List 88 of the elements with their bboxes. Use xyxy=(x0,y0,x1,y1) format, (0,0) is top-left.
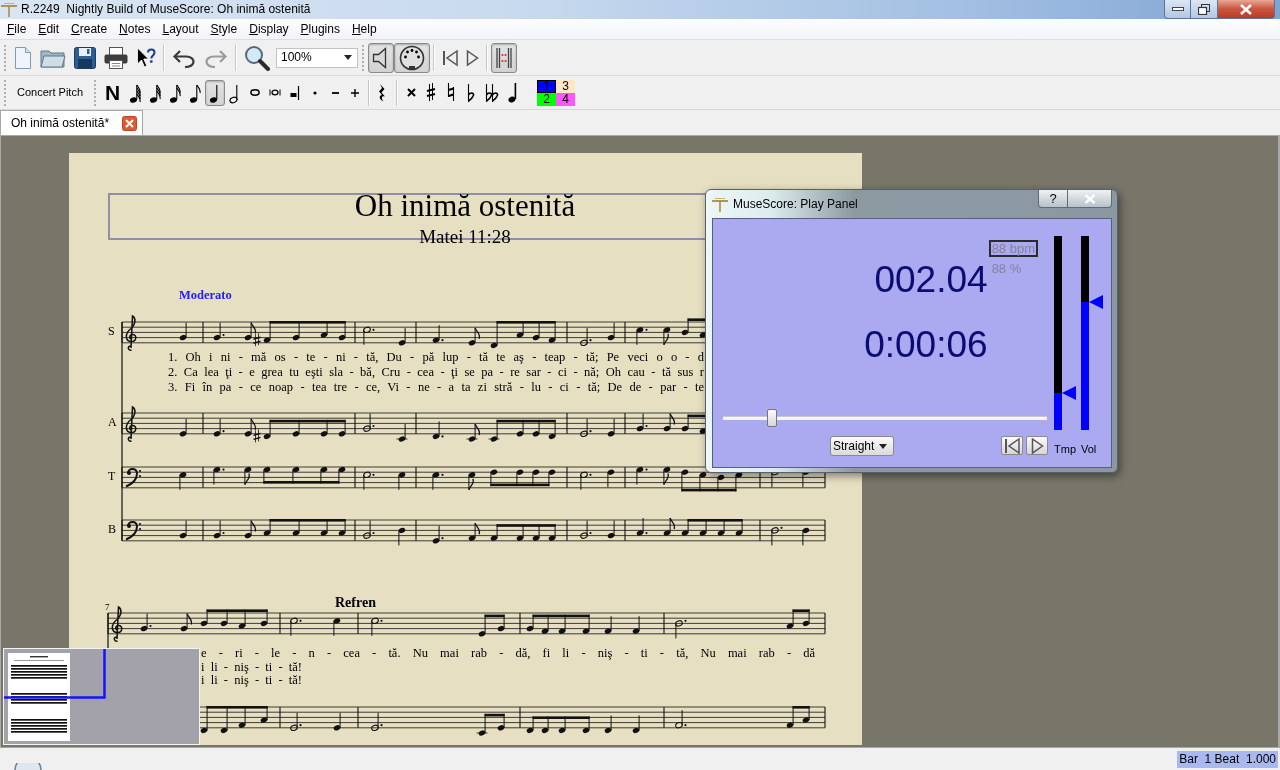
menu-item[interactable]: Layout xyxy=(156,19,205,39)
undo-icon xyxy=(172,47,196,68)
menu-item[interactable]: Plugins xyxy=(294,19,346,39)
panel-title: MuseScore: Play Panel xyxy=(733,196,858,212)
voice-button[interactable]: 3 xyxy=(556,79,576,93)
menu-item[interactable]: Create xyxy=(65,19,114,39)
note-input-button[interactable]: N xyxy=(100,79,126,106)
restore-icon xyxy=(1198,3,1210,15)
double-whole-note-icon xyxy=(269,89,282,96)
quarter-note-button[interactable] xyxy=(205,79,226,106)
minimize-icon xyxy=(1171,7,1184,11)
redo-icon xyxy=(204,47,228,68)
lyrics-line: i li - niş - ti - tă! xyxy=(201,673,302,687)
time-readout: 0:00:06 xyxy=(864,325,988,365)
minimize-button[interactable] xyxy=(1164,0,1191,19)
slider-handle[interactable] xyxy=(1089,294,1103,309)
natural-icon xyxy=(447,83,456,102)
measure-number: 7 xyxy=(105,602,110,612)
score-subtitle: Matei 11:28 xyxy=(419,227,511,247)
play-icon xyxy=(466,48,479,67)
close-icon xyxy=(1083,193,1096,204)
tempo-marking: Moderato xyxy=(179,288,232,302)
stand-icon xyxy=(712,196,728,212)
zoom-combo[interactable]: 100% xyxy=(276,47,358,68)
document-icon xyxy=(14,46,32,69)
whole-note-icon xyxy=(250,89,261,96)
staff-label: B xyxy=(108,522,116,536)
skip-back-icon xyxy=(442,48,458,67)
help-button[interactable]: ? xyxy=(1038,190,1068,208)
staff-label: A xyxy=(108,415,117,429)
connector-icon xyxy=(398,44,426,71)
note-icon xyxy=(508,82,519,103)
staff-label: S xyxy=(108,324,115,338)
menu-item[interactable]: Notes xyxy=(113,19,157,39)
plus-icon xyxy=(351,88,360,97)
caret-icon xyxy=(879,443,887,449)
lyrics-line: 2. Ca lea ţi - e grea tu eşti sla - bă, Cru - cea - ţi se pa - re sar - ci - nă; Oh cau - tă sus r xyxy=(168,365,704,379)
menu-item[interactable]: File xyxy=(1,19,33,39)
repeat-bars-icon xyxy=(495,46,513,69)
close-icon xyxy=(1239,3,1253,15)
help-cursor-icon xyxy=(136,46,156,69)
lyrics-line: e - ri - le - n - cea - tă. Nu mai rab - dă, fi li - niş - ti - tă, Nu mai rab - dă xyxy=(201,646,815,660)
close-button[interactable] xyxy=(1068,190,1112,208)
caret-icon xyxy=(344,55,352,60)
position-slider[interactable] xyxy=(723,409,1047,427)
close-icon[interactable] xyxy=(122,115,138,131)
menu-item[interactable]: Style xyxy=(204,19,244,39)
longa-note-icon xyxy=(290,85,301,100)
lyrics-line: 1. Oh i ni - mă os - te - ni - tă, Du - pă lup - tă te aş - teap - tă; Pe veci o o - d xyxy=(168,350,704,364)
midi-input-button[interactable] xyxy=(394,42,430,73)
restore-button[interactable] xyxy=(1191,0,1218,19)
magnifier-icon xyxy=(244,44,270,71)
flat-icon xyxy=(467,83,476,102)
swing-combo[interactable]: Straight xyxy=(830,436,894,456)
measure-readout: 002.04 xyxy=(874,260,988,300)
play-button[interactable] xyxy=(1026,436,1048,455)
section-label: Refren xyxy=(335,595,376,611)
relative-tempo: 88 % xyxy=(991,261,1022,276)
menu-item[interactable]: Help xyxy=(345,19,383,39)
menu-item[interactable]: Edit xyxy=(32,19,66,39)
slider-label: Vol xyxy=(1081,443,1098,456)
double-flat-icon xyxy=(485,83,500,102)
lyrics-line: i li - niş - ti - tă! xyxy=(201,660,302,674)
window-title: R.2249 Nightly Build of MuseScore: Oh inimă ostenită xyxy=(21,2,311,17)
sharp-icon xyxy=(426,83,437,102)
dash-icon xyxy=(331,91,339,94)
stand-icon xyxy=(1,2,17,17)
sound-button[interactable] xyxy=(368,42,394,73)
menu-item[interactable]: Display xyxy=(243,19,295,39)
close-button[interactable] xyxy=(1218,0,1275,19)
staff-label: T xyxy=(108,469,116,483)
score-title: Oh inimă ostenită xyxy=(354,189,576,223)
navigator-panel[interactable] xyxy=(3,648,200,745)
play-icon xyxy=(1030,436,1044,455)
folder-icon xyxy=(40,47,66,68)
document-tab[interactable]: Oh inimă ostenită* xyxy=(0,110,144,135)
slider-handle[interactable] xyxy=(766,409,777,427)
dot-icon xyxy=(313,90,318,95)
position-readout: Bar 1 Beat 1.000 xyxy=(1177,750,1278,768)
slider-handle[interactable] xyxy=(1062,386,1076,401)
slider-label: Tmp xyxy=(1054,443,1076,456)
lyrics-line: 3. Fi în pa - ce noap - tea tre - ce, Vi - ne - a ta zi stră - lu - ci - tă; De de - par - te xyxy=(168,380,704,394)
skip-back-icon xyxy=(1004,436,1020,455)
concert-pitch-button[interactable]: Concert Pitch xyxy=(10,79,91,106)
double-sharp-icon xyxy=(406,88,416,97)
printer-icon xyxy=(104,46,128,69)
rewind-button[interactable] xyxy=(1001,436,1023,455)
repeat-button[interactable] xyxy=(491,42,517,73)
